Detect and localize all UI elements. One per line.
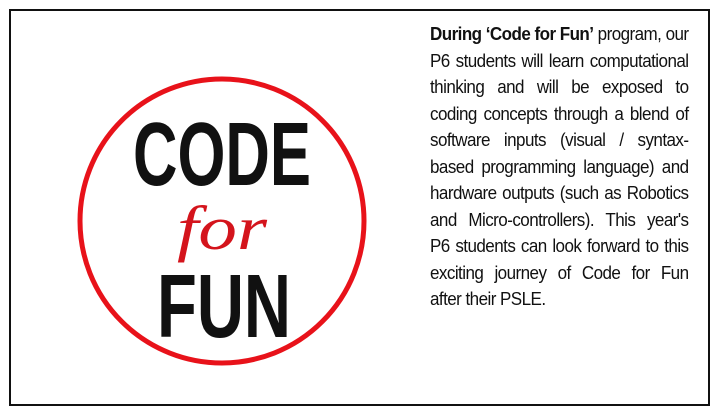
program-description: During ‘Code for Fun’ program, our P6 st…	[430, 21, 689, 313]
logo-word-fun: FUN	[157, 257, 291, 357]
logo-word-for: for	[177, 195, 268, 263]
logo-word-code: CODE	[133, 105, 311, 205]
logo-graphic: CODE for FUN	[77, 76, 367, 366]
code-for-fun-logo: CODE for FUN	[76, 75, 368, 367]
description-lead: During ‘Code for Fun’	[430, 23, 594, 44]
description-body: program, our P6 students will learn comp…	[430, 23, 689, 309]
